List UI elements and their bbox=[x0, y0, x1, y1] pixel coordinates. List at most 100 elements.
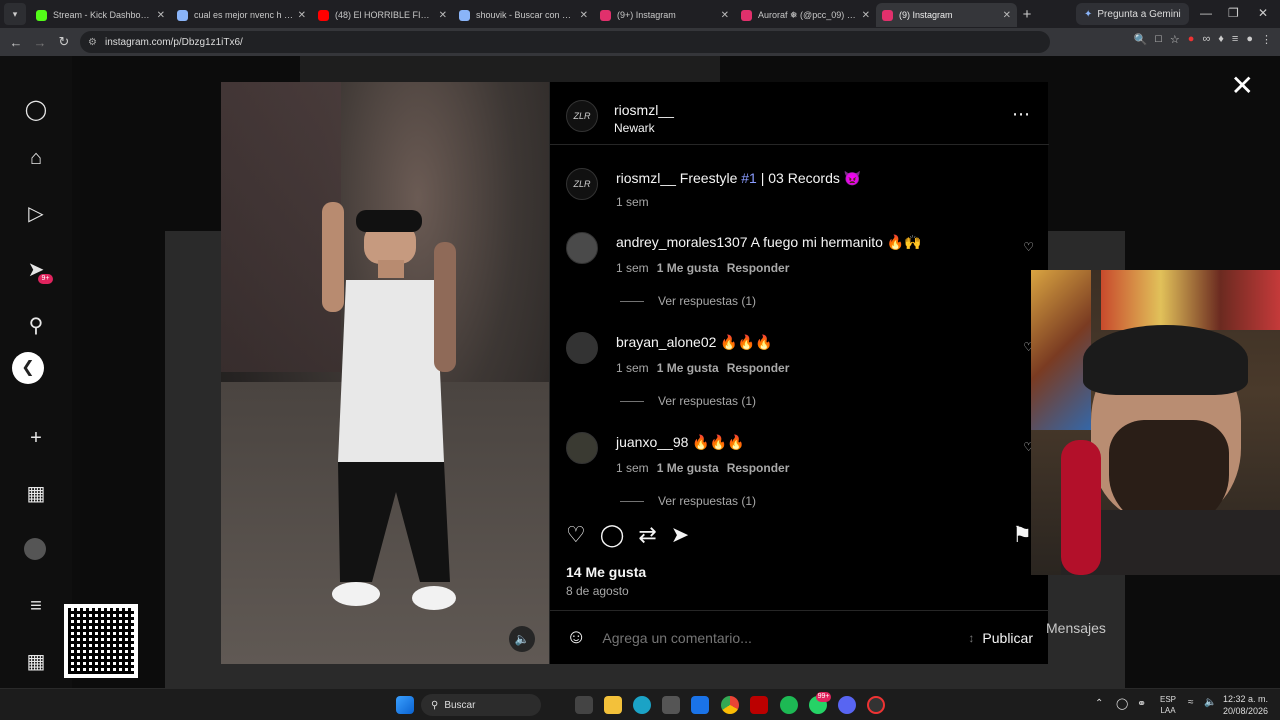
browser-tab[interactable]: shouvik - Buscar con Goo ✕ bbox=[453, 3, 594, 27]
commenter-avatar[interactable] bbox=[566, 232, 598, 264]
save-bookmark-icon[interactable]: ⚑ bbox=[1012, 522, 1032, 548]
reply-button[interactable]: Responder bbox=[727, 461, 790, 475]
view-replies-button[interactable]: Ver respuestas (1) bbox=[620, 294, 756, 308]
messages-floating-label[interactable]: Mensajes bbox=[1046, 620, 1106, 636]
netflix-icon[interactable] bbox=[750, 696, 768, 714]
tab-close-icon[interactable]: ✕ bbox=[157, 10, 165, 21]
comment-like-icon[interactable]: ♡ bbox=[1023, 240, 1034, 254]
previous-post-button[interactable]: ❮ bbox=[12, 352, 44, 384]
resize-handle-icon[interactable]: ↕ bbox=[968, 631, 974, 645]
browser-tab[interactable]: Stream - Kick Dashboard - ✕ bbox=[30, 3, 171, 27]
like-icon[interactable]: ♡ bbox=[566, 522, 586, 548]
record-extension-icon[interactable]: ● bbox=[1188, 33, 1195, 46]
language-indicator[interactable]: ESP LAA bbox=[1160, 694, 1176, 716]
emoji-picker-icon[interactable]: ☺ bbox=[566, 626, 586, 649]
system-clock[interactable]: 12:32 a. m. 20/08/2026 bbox=[1223, 693, 1268, 717]
more-menu-icon[interactable]: ≡ bbox=[24, 594, 48, 618]
tray-app-icon[interactable]: ◯ bbox=[1116, 697, 1128, 710]
tray-chevron-icon[interactable]: ⌃ bbox=[1095, 698, 1103, 709]
windows-start-icon[interactable] bbox=[396, 696, 414, 714]
tab-search-dropdown[interactable]: ▾ bbox=[4, 3, 26, 25]
create-icon[interactable]: + bbox=[24, 426, 48, 450]
comment-icon[interactable]: ◯ bbox=[600, 522, 625, 548]
file-explorer-icon[interactable] bbox=[604, 696, 622, 714]
obs-icon[interactable] bbox=[867, 696, 885, 714]
taskbar-search[interactable]: ⚲ Buscar bbox=[421, 694, 541, 716]
comment-input[interactable] bbox=[602, 629, 969, 646]
caption-hashtag[interactable]: #1 bbox=[741, 170, 757, 186]
minimize-button[interactable]: — bbox=[1200, 6, 1212, 20]
view-replies-button[interactable]: Ver respuestas (1) bbox=[620, 494, 756, 508]
browser-tab[interactable]: Auroraf ❅ (@pcc_09) • In ✕ bbox=[735, 3, 876, 27]
tab-close-icon[interactable]: ✕ bbox=[439, 10, 447, 21]
outlook-icon[interactable] bbox=[691, 696, 709, 714]
spotify-icon[interactable] bbox=[780, 696, 798, 714]
search-icon[interactable]: ⚲ bbox=[24, 314, 48, 338]
link-extension-icon[interactable]: ∞ bbox=[1202, 33, 1210, 46]
tab-close-icon[interactable]: ✕ bbox=[721, 10, 729, 21]
discord-icon[interactable] bbox=[838, 696, 856, 714]
volume-button[interactable]: 🔈 bbox=[509, 626, 535, 652]
new-tab-button[interactable]: + bbox=[1017, 6, 1037, 23]
volume-tray-icon[interactable]: 🔈 bbox=[1204, 697, 1216, 708]
reply-button[interactable]: Responder bbox=[727, 361, 790, 375]
site-info-icon[interactable]: ⚙ bbox=[88, 37, 97, 48]
view-replies-button[interactable]: Ver respuestas (1) bbox=[620, 394, 756, 408]
post-location[interactable]: Newark bbox=[614, 121, 674, 135]
tab-close-icon[interactable]: ✕ bbox=[580, 10, 588, 21]
bookmark-star-icon[interactable]: ☆ bbox=[1170, 33, 1180, 46]
microphone-tray-icon[interactable]: ⚭ bbox=[1137, 697, 1146, 710]
caption-username[interactable]: riosmzl__ bbox=[616, 170, 676, 186]
comment-likes[interactable]: 1 Me gusta bbox=[657, 361, 719, 375]
apps-icon[interactable]: ▦ bbox=[24, 650, 48, 674]
comment-username[interactable]: andrey_morales1307 bbox=[616, 234, 748, 250]
tab-close-icon[interactable]: ✕ bbox=[862, 10, 870, 21]
home-icon[interactable]: ⌂ bbox=[24, 146, 48, 170]
reload-button[interactable]: ↻ bbox=[52, 34, 76, 50]
commenter-avatar[interactable] bbox=[566, 332, 598, 364]
author-avatar[interactable]: ZLR bbox=[566, 100, 598, 132]
comment-username[interactable]: juanxo__98 bbox=[616, 434, 688, 450]
edge-icon[interactable] bbox=[633, 696, 651, 714]
store-icon[interactable] bbox=[662, 696, 680, 714]
author-username[interactable]: riosmzl__ bbox=[614, 102, 674, 118]
browser-tab[interactable]: (48) El HORRIBLE FINAL de ✕ bbox=[312, 3, 453, 27]
reels-icon[interactable]: ▷ bbox=[24, 202, 48, 226]
reading-list-icon[interactable]: ≡ bbox=[1232, 33, 1238, 46]
caption-avatar[interactable]: ZLR bbox=[566, 168, 598, 200]
comment-likes[interactable]: 1 Me gusta bbox=[657, 261, 719, 275]
instagram-logo-icon[interactable]: ◯ bbox=[24, 98, 48, 122]
forward-button[interactable]: → bbox=[28, 35, 52, 50]
gemini-button[interactable]: ✦ Pregunta a Gemini bbox=[1076, 3, 1189, 25]
profile-icon[interactable]: ● bbox=[1246, 33, 1253, 46]
repost-icon[interactable]: ⇄ bbox=[638, 522, 656, 548]
browser-tab[interactable]: (9) Instagram ✕ bbox=[876, 3, 1017, 27]
restore-button[interactable]: ❐ bbox=[1228, 6, 1239, 20]
profile-avatar[interactable] bbox=[24, 538, 46, 560]
likes-count[interactable]: 14 Me gusta bbox=[566, 564, 646, 580]
extensions-icon[interactable]: ♦ bbox=[1218, 33, 1224, 46]
zoom-icon[interactable]: 🔍 bbox=[1134, 33, 1148, 46]
dashboard-icon[interactable]: ▦ bbox=[24, 482, 48, 506]
publish-button[interactable]: Publicar bbox=[982, 630, 1033, 646]
tab-close-icon[interactable]: ✕ bbox=[298, 10, 306, 21]
menu-icon[interactable]: ⋮ bbox=[1261, 33, 1272, 46]
omnibox[interactable]: ⚙ instagram.com/p/Dbzg1z1iTx6/ bbox=[80, 31, 1050, 53]
commenter-avatar[interactable] bbox=[566, 432, 598, 464]
browser-tab[interactable]: (9+) Instagram ✕ bbox=[594, 3, 735, 27]
share-icon[interactable]: ➤ bbox=[671, 522, 689, 548]
wifi-icon[interactable]: ≈ bbox=[1188, 697, 1194, 708]
chrome-icon[interactable] bbox=[721, 696, 739, 714]
comment-likes[interactable]: 1 Me gusta bbox=[657, 461, 719, 475]
comment-username[interactable]: brayan_alone02 bbox=[616, 334, 716, 350]
back-button[interactable]: ← bbox=[4, 35, 28, 50]
browser-tab[interactable]: cual es mejor nvenc h 264 ✕ bbox=[171, 3, 312, 27]
reply-button[interactable]: Responder bbox=[727, 261, 790, 275]
post-video[interactable]: 🔈 bbox=[221, 82, 549, 664]
tab-close-icon[interactable]: ✕ bbox=[1003, 10, 1011, 21]
task-view-icon[interactable] bbox=[575, 696, 593, 714]
more-options-icon[interactable]: ⋯ bbox=[1012, 104, 1030, 125]
close-window-button[interactable]: ✕ bbox=[1258, 6, 1268, 20]
cast-icon[interactable]: □ bbox=[1155, 33, 1162, 46]
url-text[interactable]: instagram.com/p/Dbzg1z1iTx6/ bbox=[105, 37, 243, 48]
